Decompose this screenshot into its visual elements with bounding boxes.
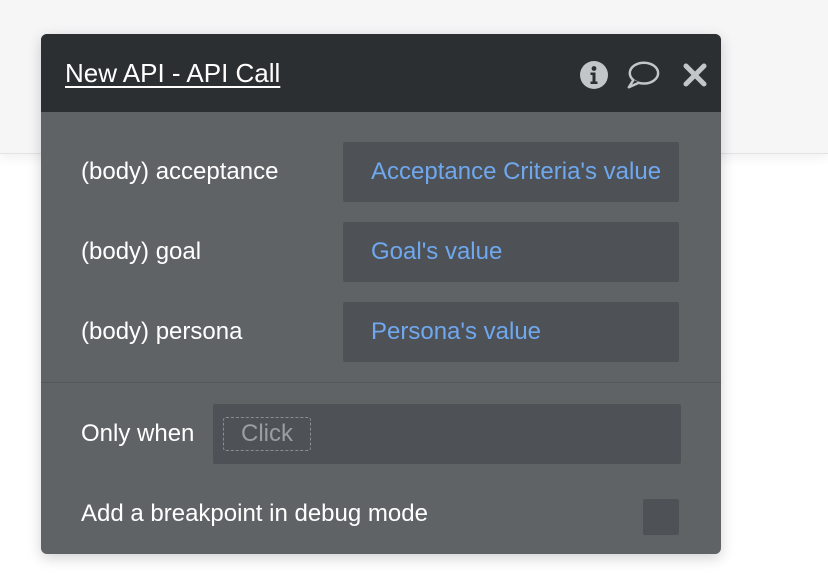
param-label-persona: (body) persona: [81, 318, 243, 345]
close-icon[interactable]: [678, 58, 712, 92]
debug-breakpoint-checkbox[interactable]: [643, 499, 679, 535]
section-divider: [41, 382, 721, 383]
only-when-row: Only when Click: [41, 404, 721, 464]
panel-header: New API - API Call: [41, 34, 721, 112]
param-row-goal: (body) goal Goal's value: [41, 222, 721, 282]
only-when-label: Only when: [81, 420, 195, 447]
debug-breakpoint-label: Add a breakpoint in debug mode: [81, 500, 428, 527]
param-row-acceptance: (body) acceptance Acceptance Criteria's …: [41, 142, 721, 202]
only-when-condition-field[interactable]: Click: [213, 404, 681, 464]
param-label-goal: (body) goal: [81, 238, 202, 265]
api-call-property-panel: New API - API Call (body) acceptance Acc…: [41, 34, 721, 554]
param-value-persona[interactable]: Persona's value: [343, 302, 679, 362]
param-label-acceptance: (body) acceptance: [81, 158, 279, 185]
param-value-acceptance[interactable]: Acceptance Criteria's value: [343, 142, 679, 202]
speech-bubble-icon[interactable]: [626, 58, 660, 92]
info-circle-icon[interactable]: [577, 58, 611, 92]
panel-title[interactable]: New API - API Call: [65, 58, 280, 89]
param-value-goal[interactable]: Goal's value: [343, 222, 679, 282]
debug-row: Add a breakpoint in debug mode: [41, 484, 721, 544]
click-placeholder-chip[interactable]: Click: [223, 417, 311, 451]
param-row-persona: (body) persona Persona's value: [41, 302, 721, 362]
